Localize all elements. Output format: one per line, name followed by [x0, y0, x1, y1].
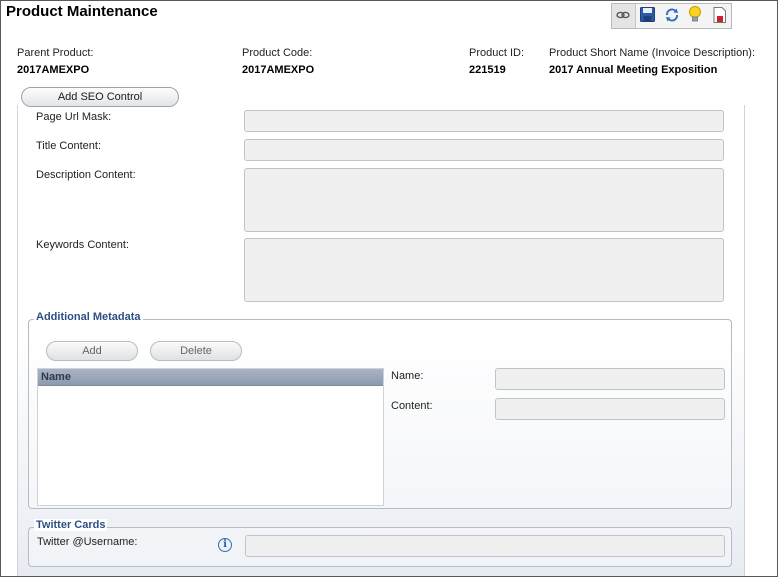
parent-product-label: Parent Product: — [17, 47, 94, 59]
lightbulb-button[interactable] — [683, 4, 707, 28]
product-code-label: Product Code: — [242, 47, 313, 59]
parent-product-info: Parent Product: 2017AMEXPO — [17, 47, 93, 76]
seo-panel: Page Url Mask: Title Content: Descriptio… — [17, 105, 745, 576]
description-content-field[interactable] — [244, 168, 724, 232]
additional-metadata-group: Add Delete Name Name: Content: — [28, 319, 732, 509]
metadata-grid[interactable]: Name — [37, 368, 384, 506]
info-icon[interactable]: i — [218, 538, 232, 552]
title-content-field[interactable] — [244, 139, 724, 161]
product-id-value: 221519 — [469, 64, 506, 76]
report-icon — [713, 6, 726, 26]
add-metadata-button[interactable]: Add — [46, 341, 138, 361]
grid-header-name[interactable]: Name — [38, 369, 383, 386]
refresh-button[interactable] — [660, 4, 684, 28]
product-short-name-label: Product Short Name (Invoice Description)… — [549, 47, 756, 59]
tab-add-seo-control[interactable]: Add SEO Control — [21, 87, 179, 107]
lightbulb-icon — [688, 6, 702, 26]
twitter-username-label: Twitter @Username: — [37, 536, 138, 548]
title-content-label: Title Content: — [36, 140, 102, 152]
keywords-content-label: Keywords Content: — [36, 239, 129, 251]
link-icon — [616, 10, 631, 23]
metadata-content-label: Content: — [391, 400, 433, 412]
keywords-content-field[interactable] — [244, 238, 724, 302]
page-url-mask-label: Page Url Mask: — [36, 111, 112, 123]
report-button[interactable] — [707, 4, 731, 28]
product-id-label: Product ID: — [469, 47, 525, 59]
refresh-icon — [664, 7, 680, 26]
product-code-value: 2017AMEXPO — [242, 64, 315, 76]
metadata-name-label: Name: — [391, 370, 424, 382]
twitter-cards-title: Twitter Cards — [34, 519, 108, 531]
product-info-row: Parent Product: 2017AMEXPO Product Code:… — [1, 47, 777, 79]
product-short-name-info: Product Short Name (Invoice Description)… — [549, 47, 755, 76]
toolbar — [611, 3, 732, 29]
parent-product-value: 2017AMEXPO — [17, 64, 90, 76]
save-button[interactable] — [636, 4, 660, 28]
save-icon — [640, 7, 656, 25]
product-id-info: Product ID: 221519 — [469, 47, 524, 76]
additional-metadata-title: Additional Metadata — [34, 311, 143, 323]
page-url-mask-field[interactable] — [244, 110, 724, 132]
delete-metadata-button[interactable]: Delete — [150, 341, 242, 361]
product-maintenance-window: Product Maintenance Parent Product: 2017… — [0, 0, 778, 577]
page-title: Product Maintenance — [6, 3, 158, 20]
twitter-username-field[interactable] — [245, 535, 725, 557]
link-button[interactable] — [612, 4, 636, 28]
metadata-content-field[interactable] — [495, 398, 725, 420]
description-content-label: Description Content: — [36, 169, 136, 181]
product-code-info: Product Code: 2017AMEXPO — [242, 47, 314, 76]
product-short-name-value: 2017 Annual Meeting Exposition — [549, 64, 718, 76]
metadata-name-field[interactable] — [495, 368, 725, 390]
twitter-cards-group: Twitter @Username: i — [28, 527, 732, 567]
